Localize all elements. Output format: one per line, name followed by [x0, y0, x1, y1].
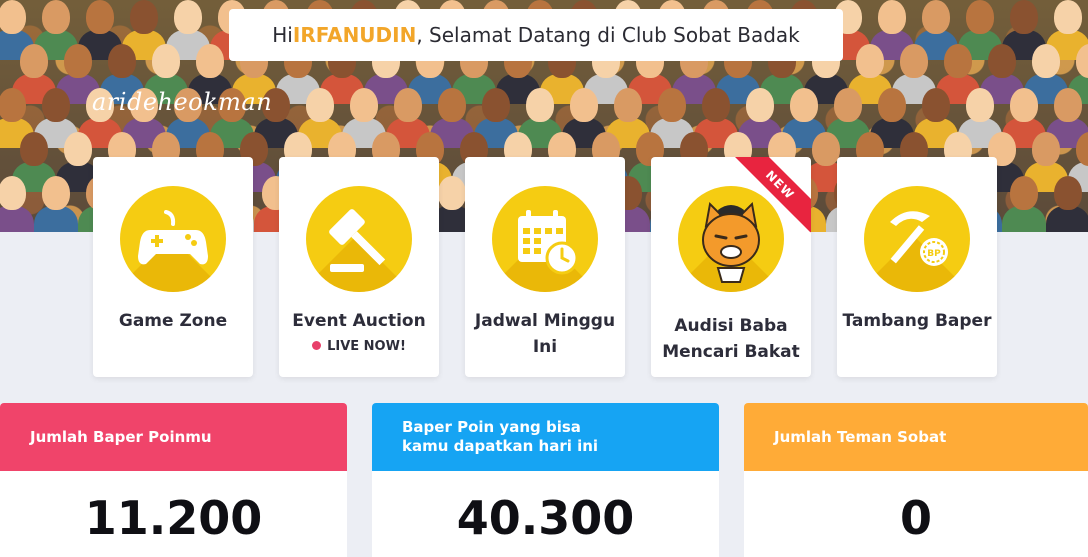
crowd-face: [130, 0, 158, 34]
crowd-face: [614, 88, 642, 122]
live-status: LIVE NOW!: [279, 339, 439, 354]
crowd-face: [0, 88, 26, 122]
stat-value: 0: [899, 491, 932, 545]
live-dot-icon: [312, 341, 322, 350]
stat-title: Jumlah Teman Sobat: [744, 403, 1088, 471]
crowd-face: [0, 0, 26, 34]
crowd-face: [922, 88, 950, 122]
crowd-face: [1010, 176, 1038, 210]
user-name: IRFANUDIN: [292, 23, 417, 47]
crowd-face: [1054, 0, 1082, 34]
menu-card-game-zone[interactable]: Game Zone: [93, 157, 253, 377]
menu-label: Audisi Baba Mencari Bakat: [662, 316, 800, 362]
crowd-face: [86, 0, 114, 34]
live-status-text: LIVE NOW!: [327, 339, 406, 354]
crowd-face: [834, 88, 862, 122]
stat-card-poin-hari-ini: Baper Poin yang bisa kamu dapatkan hari …: [372, 403, 719, 557]
crowd-face: [42, 176, 70, 210]
crowd-face: [394, 88, 422, 122]
stat-title: Jumlah Baper Poinmu: [0, 403, 347, 471]
crowd-face: [944, 44, 972, 78]
crowd-face: [438, 176, 466, 210]
crowd-face: [20, 132, 48, 166]
crowd-face: [900, 44, 928, 78]
gavel-icon: [306, 186, 412, 292]
welcome-banner: Hi IRFANUDIN, Selamat Datang di Club Sob…: [229, 9, 843, 61]
crowd-face: [42, 0, 70, 34]
crowd-face: [878, 88, 906, 122]
menu-card-tambang[interactable]: BP Tambang Baper: [837, 157, 997, 377]
menu-label: Event Auction: [292, 311, 426, 331]
stat-card-teman: Jumlah Teman Sobat 0: [744, 403, 1088, 557]
crowd-face: [922, 0, 950, 34]
signature-text: arideheokman: [92, 88, 273, 116]
crowd-face: [988, 44, 1016, 78]
crowd-face: [196, 44, 224, 78]
crowd-face: [438, 88, 466, 122]
crowd-face: [306, 88, 334, 122]
calendar-clock-icon: [492, 186, 598, 292]
svg-text:BP: BP: [927, 249, 941, 259]
crowd-face: [966, 88, 994, 122]
crowd-face: [966, 0, 994, 34]
menu-card-event-auction[interactable]: Event Auction LIVE NOW!: [279, 157, 439, 377]
menu-card-jadwal[interactable]: Jadwal Minggu Ini: [465, 157, 625, 377]
cat-mascot-icon: [678, 186, 784, 292]
stat-title-text: Baper Poin yang bisa kamu dapatkan hari …: [402, 418, 599, 455]
crowd-face: [174, 0, 202, 34]
gamepad-icon: [120, 186, 226, 292]
crowd-face: [152, 44, 180, 78]
crowd-face: [746, 88, 774, 122]
stat-value: 11.200: [84, 491, 263, 545]
crowd-face: [0, 176, 26, 210]
greeting-suffix: , Selamat Datang di Club Sobat Badak: [416, 23, 800, 47]
crowd-face: [790, 88, 818, 122]
crowd-face: [570, 88, 598, 122]
menu-card-audisi[interactable]: NEW Audisi Baba Mencari Bakat: [651, 157, 811, 377]
pickaxe-coin-icon: BP: [864, 186, 970, 292]
crowd-face: [482, 88, 510, 122]
stat-value: 40.300: [456, 491, 635, 545]
crowd-face: [64, 44, 92, 78]
menu-label: Tambang Baper: [842, 311, 992, 331]
crowd-face: [1054, 176, 1082, 210]
crowd-face: [108, 44, 136, 78]
crowd-face: [42, 88, 70, 122]
greeting-prefix: Hi: [272, 23, 293, 47]
crowd-face: [526, 88, 554, 122]
crowd-face: [1054, 88, 1082, 122]
crowd-face: [702, 88, 730, 122]
crowd-face: [20, 44, 48, 78]
crowd-face: [1010, 0, 1038, 34]
crowd-face: [812, 132, 840, 166]
crowd-face: [658, 88, 686, 122]
stat-title: Baper Poin yang bisa kamu dapatkan hari …: [372, 403, 719, 471]
crowd-face: [1032, 44, 1060, 78]
crowd-face: [1010, 88, 1038, 122]
stat-card-poin: Jumlah Baper Poinmu 11.200: [0, 403, 347, 557]
crowd-face: [350, 88, 378, 122]
crowd-face: [878, 0, 906, 34]
menu-label: Game Zone: [118, 311, 228, 331]
crowd-face: [64, 132, 92, 166]
crowd-face: [856, 44, 884, 78]
menu-label: Jadwal Minggu Ini: [474, 311, 616, 357]
crowd-face: [1032, 132, 1060, 166]
